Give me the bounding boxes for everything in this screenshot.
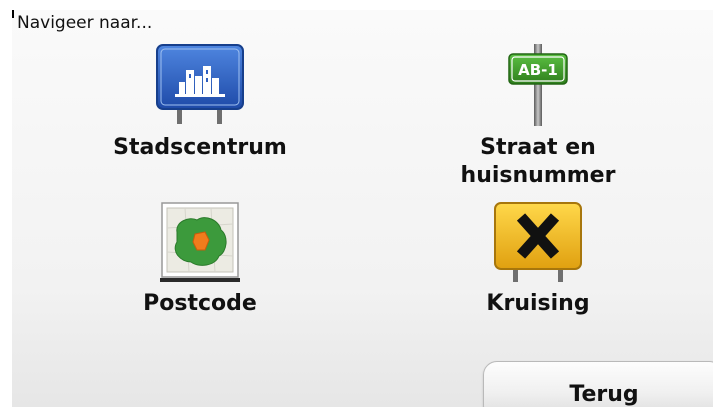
back-button-label: Terug bbox=[569, 382, 639, 407]
page-title: Navigeer naar... bbox=[17, 13, 153, 33]
postcode-map-icon bbox=[160, 202, 240, 282]
street-label-line-2: huisnummer bbox=[460, 163, 616, 188]
menu-item-city-centre[interactable]: Stadscentrum bbox=[100, 44, 300, 162]
city-centre-label: Stadscentrum bbox=[113, 135, 287, 160]
city-centre-sign-icon bbox=[156, 44, 244, 124]
street-sign-text: AB-1 bbox=[518, 61, 558, 79]
crossing-sign-icon bbox=[494, 202, 582, 282]
street-label-line-1: Straat en bbox=[480, 135, 596, 160]
menu-item-crossing[interactable]: Kruising bbox=[438, 202, 638, 318]
street-label: Straat en huisnummer bbox=[461, 134, 616, 190]
menu-item-postcode[interactable]: Postcode bbox=[100, 202, 300, 318]
menu-item-street-and-number[interactable]: AB-1 Straat en huisnummer bbox=[438, 44, 638, 190]
back-button[interactable]: Terug bbox=[483, 361, 713, 407]
crossing-label: Kruising bbox=[486, 291, 590, 316]
street-sign-icon: AB-1 bbox=[508, 44, 568, 126]
postcode-label: Postcode bbox=[143, 291, 257, 316]
navigate-to-screen: Navigeer naar... Stadscentrum AB-1 Straa… bbox=[12, 10, 713, 407]
corner-mark bbox=[12, 10, 14, 18]
